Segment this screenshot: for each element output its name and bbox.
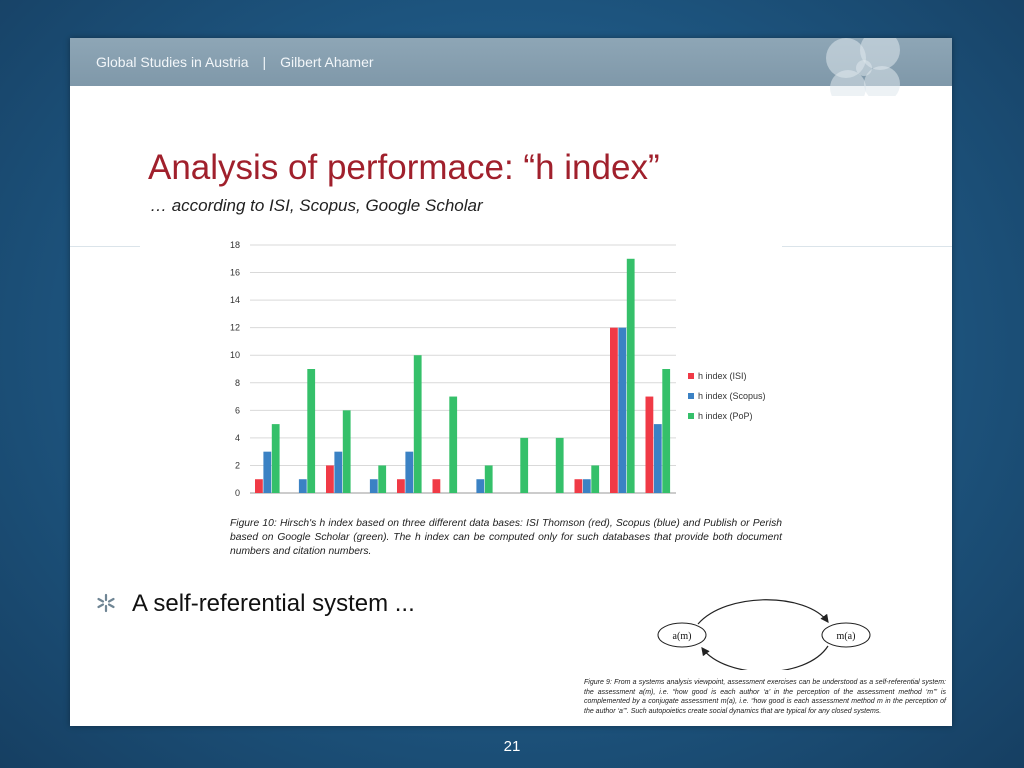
slide: Global Studies in Austria | Gilbert Ahamer… — [70, 38, 952, 726]
bar-isi — [397, 479, 405, 493]
bar-isi — [645, 396, 654, 493]
flower-logo-icon — [826, 38, 900, 96]
header-separator: | — [262, 54, 267, 70]
top-arrow — [697, 599, 829, 625]
bar-isi — [326, 465, 334, 493]
bar-scopus — [334, 451, 343, 493]
divider-left — [70, 246, 140, 247]
figure-9-caption: Figure 9: From a systems analysis viewpo… — [584, 679, 946, 715]
y-tick-label: 18 — [230, 240, 240, 250]
bar-pop — [413, 355, 422, 493]
legend-swatch — [688, 413, 694, 419]
y-tick-label: 16 — [230, 268, 240, 278]
y-tick-label: 8 — [235, 378, 240, 388]
bar-pop — [662, 369, 671, 493]
slide-subtitle: … according to ISI, Scopus, Google Schol… — [150, 196, 483, 215]
legend-swatch — [688, 373, 694, 379]
bar-pop — [307, 369, 316, 493]
h-index-bar-chart: 0 2 4 6 8 10 12 14 16 18 h index (ISI) h index (Sco… — [230, 240, 766, 498]
bar-scopus — [405, 451, 414, 493]
y-tick-label: 14 — [230, 295, 240, 305]
bar-scopus — [263, 451, 272, 493]
y-tick-label: 6 — [235, 405, 240, 415]
bar-isi — [432, 479, 441, 493]
asterisk-bullet-icon — [97, 593, 115, 613]
bar-scopus — [476, 479, 485, 493]
slide-title: Analysis of performace: “h index” — [148, 148, 660, 187]
legend-label: h index (Scopus) — [698, 391, 766, 401]
bar-isi — [574, 479, 583, 493]
bar-scopus — [298, 479, 307, 493]
bar-pop — [271, 424, 280, 493]
y-tick-label: 12 — [230, 323, 240, 333]
figure-10-caption: Figure 10: Hirsch's h index based on thr… — [230, 518, 782, 557]
legend-label: h index (ISI) — [698, 371, 747, 381]
bar-pop — [591, 465, 600, 493]
divider-right — [782, 246, 952, 247]
bar-pop — [342, 410, 351, 493]
header-course: Global Studies in Austria — [96, 54, 249, 70]
self-referential-loop-diagram: a(m) m(a) — [657, 599, 871, 670]
header-bar: Global Studies in Austria | Gilbert Ahamer — [70, 38, 952, 96]
bar-pop — [555, 437, 564, 493]
header-author: Gilbert Ahamer — [280, 54, 374, 70]
bar-scopus — [653, 424, 662, 493]
bar-pop — [626, 258, 635, 493]
header-text: Global Studies in Austria | Gilbert Ahamer — [96, 54, 374, 70]
bar-pop — [520, 437, 529, 493]
bar-isi — [255, 479, 263, 493]
bar-scopus — [582, 479, 591, 493]
bullet-item: A self-referential system ... — [96, 590, 415, 618]
bar-isi — [610, 327, 618, 493]
y-tick-label: 10 — [230, 350, 240, 360]
node-left-label: a(m) — [673, 631, 692, 642]
bar-pop — [484, 465, 493, 493]
bar-pop — [378, 465, 387, 493]
bar-scopus — [618, 327, 627, 493]
bottom-arrow — [701, 645, 829, 670]
legend-swatch — [688, 393, 694, 399]
y-tick-label: 0 — [235, 488, 240, 498]
y-tick-label: 2 — [235, 460, 240, 470]
bullet-text: A self-referential system ... — [132, 590, 415, 617]
y-tick-label: 4 — [235, 433, 240, 443]
bar-pop — [449, 396, 458, 493]
node-right-label: m(a) — [837, 631, 856, 642]
bar-scopus — [369, 479, 378, 493]
legend-label: h index (PoP) — [698, 411, 753, 421]
h-index-chart: 0 2 4 6 8 10 12 14 16 18 h index (ISI) h index (Sco… — [216, 240, 776, 512]
page-number: 21 — [503, 738, 521, 755]
